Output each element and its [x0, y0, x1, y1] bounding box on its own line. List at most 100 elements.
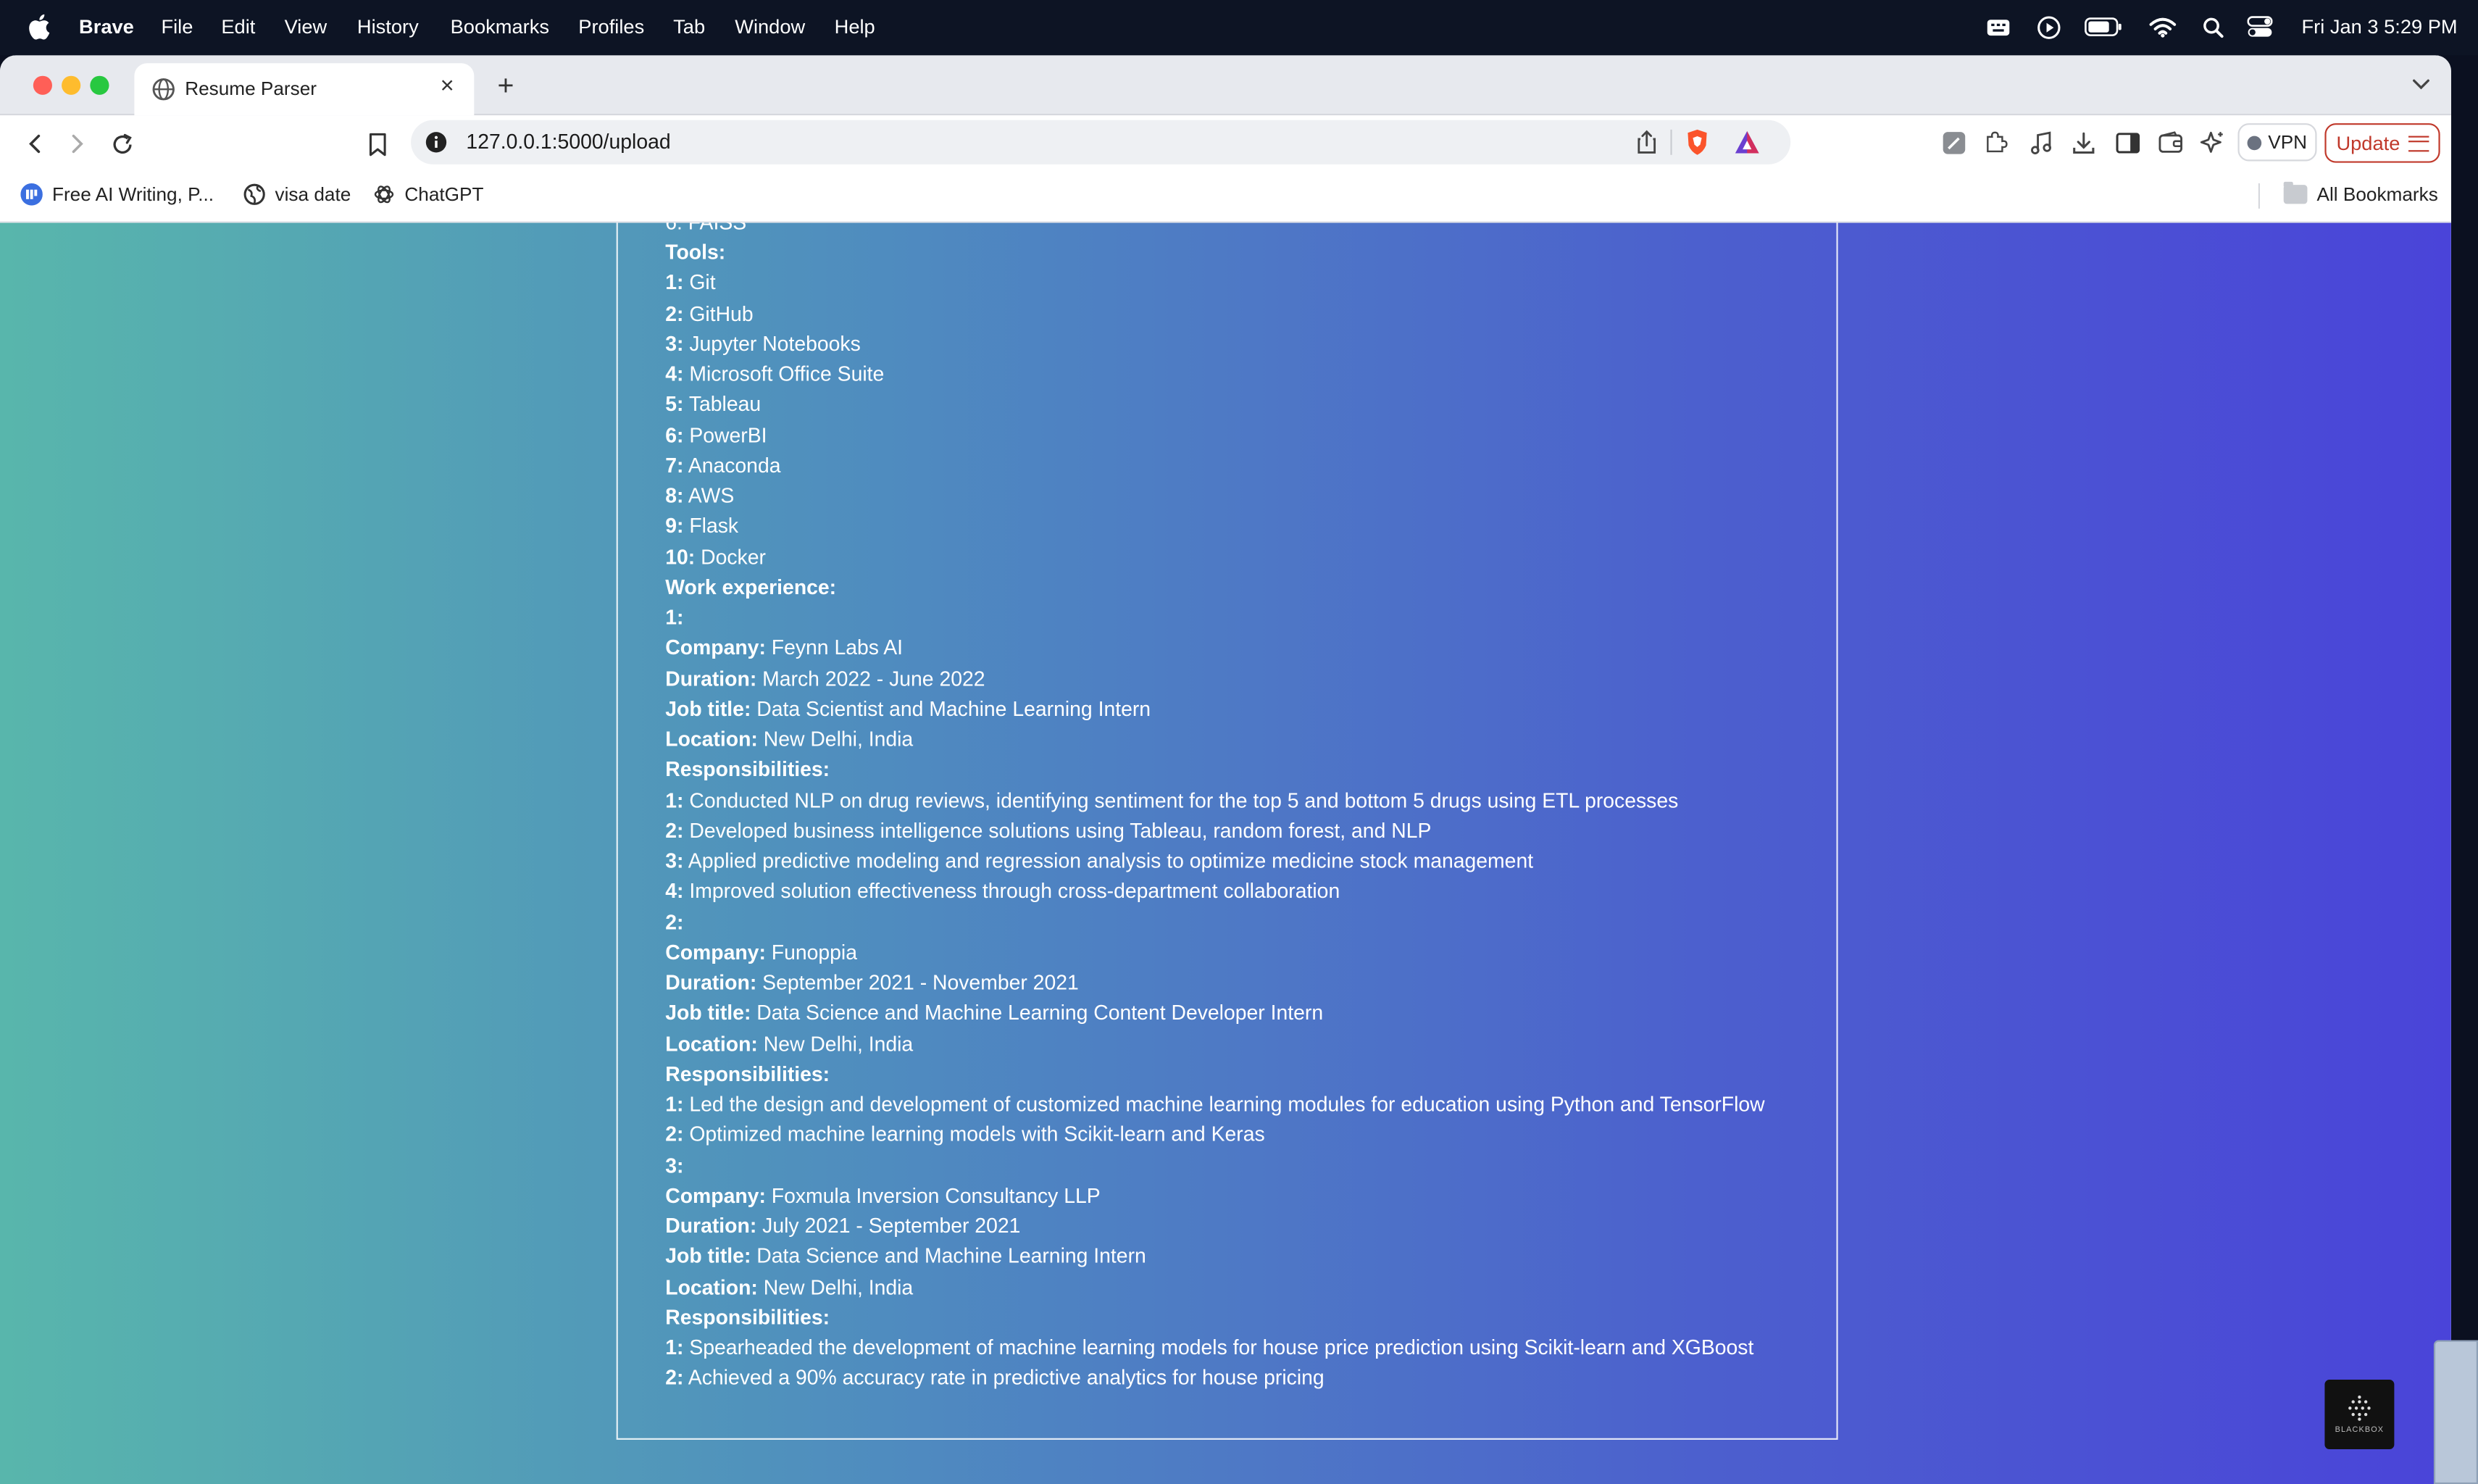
- menu-edit[interactable]: Edit: [221, 14, 255, 40]
- bookmark-page-button[interactable]: [360, 126, 395, 161]
- site-info-icon[interactable]: [424, 130, 449, 155]
- forward-button[interactable]: [60, 126, 95, 161]
- responsibilities-heading: Responsibilities:: [665, 1302, 830, 1332]
- vpn-button[interactable]: VPN: [2237, 123, 2317, 162]
- line-label: Company:: [665, 1183, 766, 1207]
- menu-file[interactable]: File: [161, 14, 193, 40]
- job-company: Company: Funoppia: [665, 937, 857, 967]
- folder-icon: [2283, 181, 2308, 204]
- window-minimize-button[interactable]: [62, 75, 81, 95]
- battery-icon[interactable]: [2083, 14, 2124, 40]
- play-circle-icon[interactable]: [2035, 14, 2062, 40]
- music-note-icon[interactable]: [2026, 128, 2054, 157]
- spotlight-search-icon[interactable]: [2200, 14, 2225, 40]
- keyboard-icon[interactable]: [1985, 14, 2011, 40]
- blackbox-widget[interactable]: BLACKBOX: [2324, 1380, 2395, 1450]
- responsibilities-heading: Responsibilities:: [665, 1059, 830, 1088]
- line-label: 1:: [665, 788, 684, 812]
- bookmark-label: Free AI Writing, P...: [51, 183, 214, 206]
- screenshot-thumbnail[interactable]: [2433, 1340, 2478, 1484]
- share-icon[interactable]: [1632, 128, 1661, 157]
- writing-app-icon: [20, 183, 43, 206]
- bookmark-visa-date[interactable]: visa date: [243, 182, 351, 207]
- bookmark-free-ai-writing[interactable]: Free AI Writing, P...: [20, 182, 214, 207]
- all-bookmarks-button[interactable]: All Bookmarks: [2283, 181, 2438, 207]
- page-content: 6: FAISS Tools:1: Git2: GitHub3: Jupyter…: [0, 222, 2451, 1484]
- back-button[interactable]: [17, 126, 52, 161]
- job-location: Location: New Delhi, India: [665, 1028, 913, 1058]
- window-zoom-button[interactable]: [90, 75, 109, 95]
- extension-notes-icon[interactable]: [1939, 128, 1967, 157]
- menubar-clock[interactable]: Fri Jan 3 5:29 PM: [2301, 14, 2457, 40]
- download-icon[interactable]: [2069, 128, 2097, 157]
- line-label: Responsibilities:: [665, 757, 830, 781]
- line-value: Data Scientist and Machine Learning Inte…: [751, 696, 1151, 721]
- update-label: Update: [2336, 132, 2400, 154]
- reload-button[interactable]: [104, 126, 139, 161]
- line-label: 2:: [665, 818, 684, 842]
- line-value: Docker: [695, 544, 766, 569]
- line-label: 2:: [665, 909, 684, 933]
- tab-close-icon[interactable]: ×: [435, 73, 460, 100]
- omnibox-divider: [1670, 129, 1672, 155]
- job-company: Company: Foxmula Inversion Consultancy L…: [665, 1180, 1100, 1210]
- sidebar-toggle-icon[interactable]: [2113, 128, 2141, 157]
- line-label: 5:: [665, 392, 684, 417]
- line-value: New Delhi, India: [757, 1275, 914, 1298]
- line-value: Developed business intelligence solution…: [683, 818, 1432, 842]
- menu-help[interactable]: Help: [835, 14, 875, 40]
- vpn-label: VPN: [2268, 131, 2308, 154]
- line-value: Funoppia: [765, 940, 858, 964]
- responsibility-item: 2: Developed business intelligence solut…: [665, 815, 1431, 845]
- menu-profiles[interactable]: Profiles: [578, 14, 644, 40]
- blackbox-logo-icon: [2348, 1395, 2371, 1421]
- address-bar[interactable]: 127.0.0.1:5000/upload: [411, 120, 1791, 164]
- line-label: 1:: [665, 1092, 684, 1116]
- line-value: New Delhi, India: [757, 1031, 914, 1055]
- line-value: Anaconda: [683, 453, 781, 478]
- line-label: 1:: [665, 270, 684, 295]
- menu-history[interactable]: History: [357, 14, 419, 40]
- url-text[interactable]: 127.0.0.1:5000/upload: [466, 130, 670, 155]
- leo-ai-sparkle-icon[interactable]: [2198, 128, 2227, 157]
- line-value: Flask: [683, 514, 739, 538]
- new-tab-button[interactable]: +: [491, 71, 520, 99]
- line-label: 2:: [665, 1365, 684, 1390]
- tab-resume-parser[interactable]: Resume Parser ×: [134, 63, 475, 116]
- update-menu-button[interactable]: Update: [2324, 123, 2440, 163]
- job-location: Location: New Delhi, India: [665, 724, 913, 754]
- bookmark-chatgpt[interactable]: ChatGPT: [373, 182, 483, 207]
- extensions-puzzle-icon[interactable]: [1982, 128, 2010, 157]
- blackbox-label: BLACKBOX: [2335, 1425, 2385, 1435]
- window-close-button[interactable]: [33, 75, 52, 95]
- tab-search-chevron-icon[interactable]: [2410, 72, 2432, 95]
- vpn-status-dot: [2247, 135, 2262, 150]
- line-label: Tools:: [665, 240, 726, 264]
- wallet-icon[interactable]: [2156, 128, 2184, 157]
- line-value: Led the design and development of custom…: [683, 1092, 1765, 1116]
- line-value: July 2021 - September 2021: [756, 1214, 1021, 1238]
- job-duration: Duration: July 2021 - September 2021: [665, 1211, 1020, 1241]
- menu-bookmarks[interactable]: Bookmarks: [451, 14, 549, 40]
- line-value: Data Science and Machine Learning Conten…: [751, 1001, 1324, 1025]
- brave-shields-icon[interactable]: [1683, 128, 1711, 157]
- menu-window[interactable]: Window: [735, 14, 805, 40]
- line-value: Optimized machine learning models with S…: [683, 1122, 1265, 1146]
- line-label: Company:: [665, 635, 766, 660]
- control-center-icon[interactable]: [2245, 14, 2274, 40]
- line-label: Responsibilities:: [665, 1062, 830, 1085]
- tool-item: 9: Flask: [665, 511, 738, 541]
- tools-heading: Tools:: [665, 237, 725, 267]
- wifi-icon[interactable]: [2146, 14, 2178, 40]
- line-label: Company:: [665, 940, 766, 964]
- line-value: New Delhi, India: [757, 727, 914, 751]
- menu-app-brave[interactable]: Brave: [79, 14, 134, 40]
- line-label: 3:: [665, 1153, 684, 1177]
- menu-tab[interactable]: Tab: [673, 14, 705, 40]
- line-value: AWS: [683, 483, 735, 508]
- menu-view[interactable]: View: [285, 14, 328, 40]
- tab-strip: Resume Parser × +: [0, 55, 2451, 116]
- line-label: 3:: [665, 849, 684, 872]
- brave-rewards-icon[interactable]: [1732, 128, 1761, 157]
- apple-logo-icon[interactable]: [25, 12, 51, 41]
